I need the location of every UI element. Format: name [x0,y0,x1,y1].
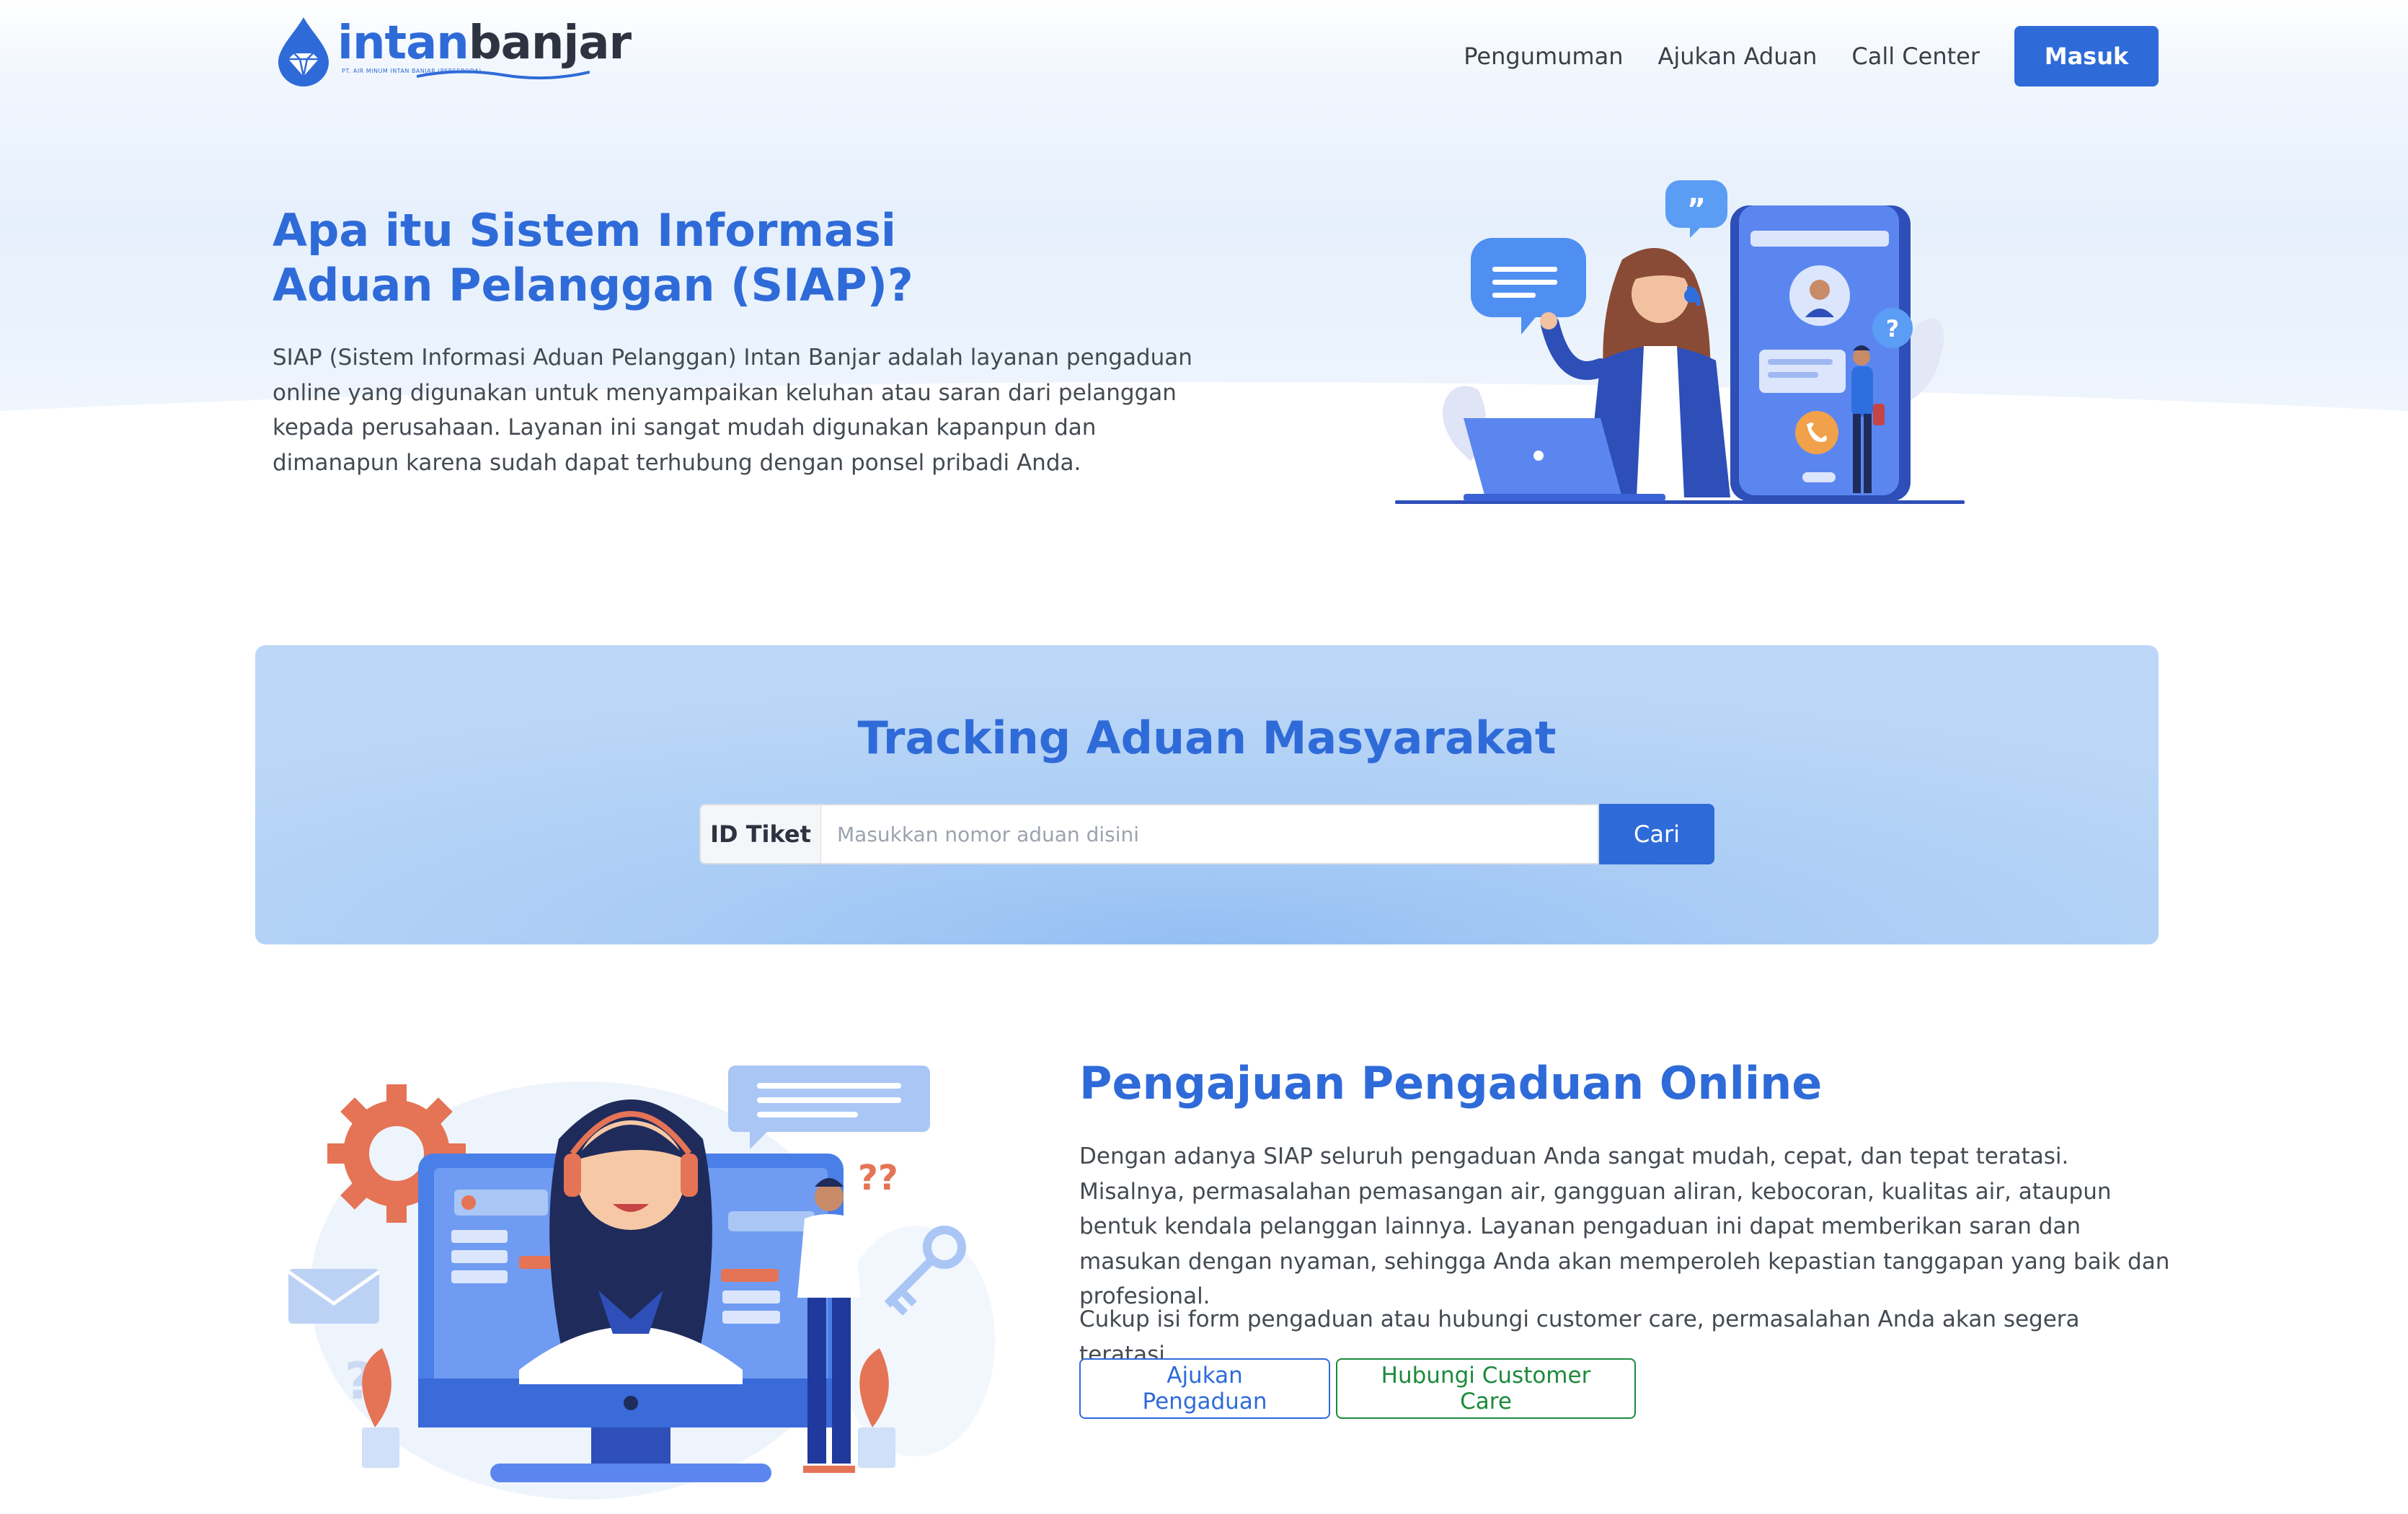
brand-logo[interactable]: intanbanjar PT. AIR MINUM INTAN BANJAR (… [274,16,632,88]
login-button[interactable]: Masuk [2014,26,2159,87]
complaints-actions: Ajukan Pengaduan Hubungi Customer Care [1079,1358,1642,1419]
customer-service-phone-illustration: ? ” [1395,180,1965,504]
tracking-section: Tracking Aduan Masyarakat ID Tiket Cari [255,645,2159,944]
contact-customer-care-button[interactable]: Hubungi Customer Care [1336,1358,1636,1419]
envelope-icon [287,1269,381,1324]
brand-word-2: banjar [468,17,632,70]
search-button[interactable]: Cari [1599,804,1714,864]
nav-link-call-center[interactable]: Call Center [1851,43,1980,70]
submit-complaint-button[interactable]: Ajukan Pengaduan [1079,1358,1330,1419]
brand-swoosh [417,70,590,80]
ticket-id-label: ID Tiket [699,804,820,864]
svg-text:??: ?? [858,1158,898,1198]
hero-title: Apa itu Sistem Informasi Aduan Pelanggan… [273,204,913,311]
hero-description: SIAP (Sistem Informasi Aduan Pelanggan) … [273,345,1192,476]
nav-link-pengumuman[interactable]: Pengumuman [1464,43,1623,70]
brand-wordmark: intanbanjar PT. AIR MINUM INTAN BANJAR (… [337,16,632,88]
ticket-search-input[interactable] [820,804,1599,864]
tracking-title: Tracking Aduan Masyarakat [857,712,1557,764]
nav-links: Pengumuman Ajukan Aduan Call Center Masu… [1464,26,2159,87]
brand-word-1: intan [337,17,469,70]
water-drop-diamond-icon [278,17,329,87]
svg-text:”: ” [1687,193,1706,226]
complaints-paragraph-1: Dengan adanya SIAP seluruh pengaduan And… [1079,1143,2170,1309]
navbar: intanbanjar PT. AIR MINUM INTAN BANJAR (… [0,0,2408,115]
call-center-agent-illustration: ? ?? [287,1066,995,1500]
nav-link-ajukan-aduan[interactable]: Ajukan Aduan [1657,43,1817,70]
svg-text:?: ? [1886,315,1900,342]
complaints-title: Pengajuan Pengaduan Online [1079,1057,1823,1110]
ticket-search-group: ID Tiket Cari [699,804,1714,864]
